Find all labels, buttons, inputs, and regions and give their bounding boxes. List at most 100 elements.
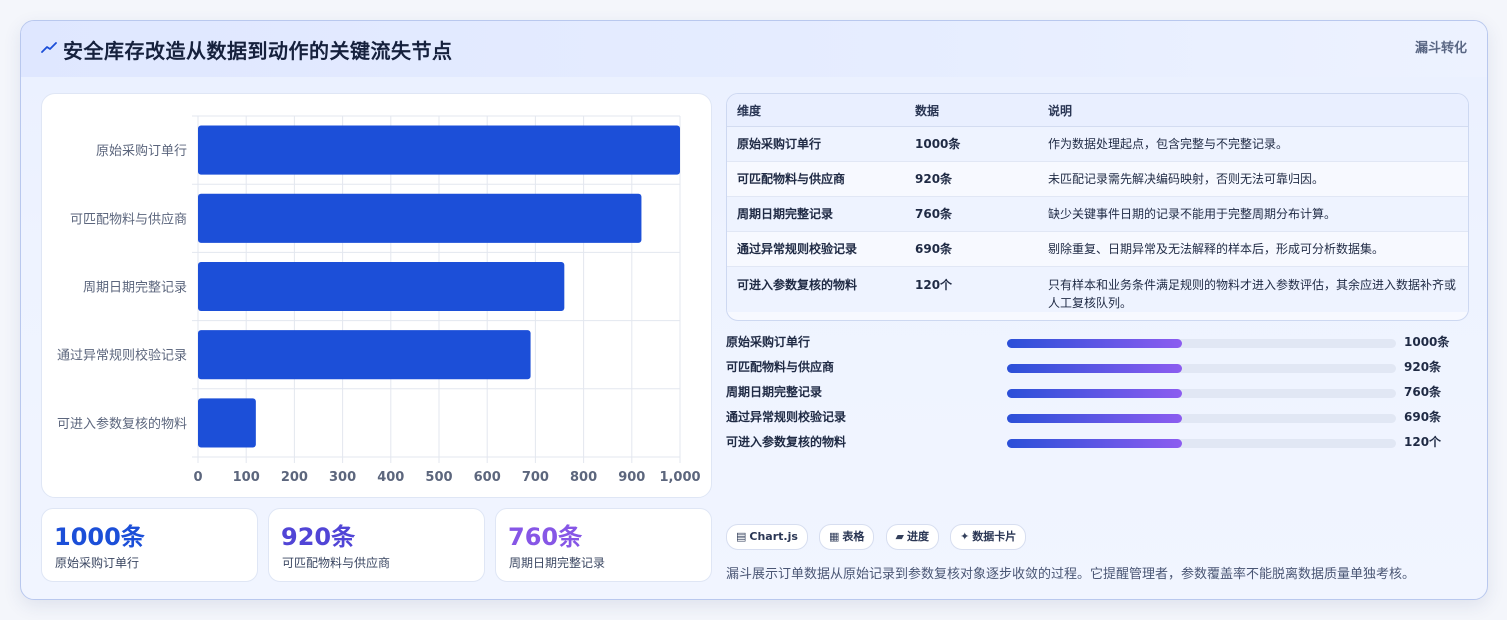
table-row: 周期日期完整记录 760条 缺少关键事件日期的记录不能用于完整周期分布计算。 — [727, 196, 1468, 232]
tick-label: 500 — [425, 470, 452, 485]
kpi-value: 760条 — [508, 523, 583, 551]
table-cell-dimension: 通过异常规则校验记录 — [727, 231, 905, 267]
table-row: 可匹配物料与供应商 920条 未匹配记录需先解决编码映射，否则无法可靠归因。 — [727, 161, 1468, 197]
table-cell-dimension: 可进入参数复核的物料 — [727, 266, 905, 312]
bar — [198, 330, 531, 380]
progress-label: 可进入参数复核的物料 — [726, 435, 847, 449]
table-cell-description: 只有样本和业务条件满足规则的物料才进入参数评估，其余应进入数据补齐或人工复核队列… — [1038, 266, 1468, 312]
sparkle-icon: ✦ — [960, 530, 970, 543]
table-row: 通过异常规则校验记录 690条 剔除重复、日期异常及无法解释的样本后，形成可分析… — [727, 231, 1468, 267]
table-header-row: 维度 数据 说明 — [727, 94, 1468, 127]
progress-track — [1007, 439, 1396, 448]
kpi-label: 周期日期完整记录 — [509, 556, 606, 570]
tick-label: 700 — [522, 470, 549, 485]
tick-label: 300 — [329, 470, 356, 485]
chip-chartjs[interactable]: ▤ Chart.js — [726, 524, 808, 550]
table-cell-dimension: 可匹配物料与供应商 — [727, 161, 905, 197]
data-table: 维度 数据 说明 原始采购订单行 1000条 作为数据处理起点，包含完整与不完整… — [727, 94, 1468, 312]
progress-fill — [1007, 414, 1183, 423]
tick-label: 600 — [474, 470, 501, 485]
kpi-value: 920条 — [281, 523, 356, 551]
tick-label: 1,000 — [659, 470, 700, 485]
table-cell-description: 剔除重复、日期异常及无法解释的样本后，形成可分析数据集。 — [1038, 231, 1468, 267]
progress-track — [1007, 339, 1396, 348]
category-label: 可进入参数复核的物料 — [57, 416, 187, 432]
funnel-card: 安全库存改造从数据到动作的关键流失节点 漏斗转化 原始采购订单行 可匹配物料与供应… — [20, 20, 1488, 600]
kpi-card: 1000条 原始采购订单行 — [41, 508, 258, 582]
progress-label: 原始采购订单行 — [726, 335, 811, 349]
progress-value: 1000条 — [1404, 335, 1450, 349]
progress-fill — [1007, 439, 1183, 448]
progress-row: 周期日期完整记录 760条 — [726, 379, 1467, 404]
table-cell-value: 920条 — [905, 161, 1038, 197]
category-label: 周期日期完整记录 — [83, 281, 187, 296]
chip-data-card[interactable]: ✦ 数据卡片 — [950, 524, 1027, 550]
category-label: 通过异常规则校验记录 — [57, 348, 187, 364]
chip-label: 数据卡片 — [972, 530, 1017, 543]
table-cell-description: 缺少关键事件日期的记录不能用于完整周期分布计算。 — [1038, 196, 1468, 232]
table-header-cell: 维度 — [727, 94, 905, 127]
bar — [198, 193, 642, 243]
card-header: 安全库存改造从数据到动作的关键流失节点 漏斗转化 — [21, 21, 1487, 77]
table-header-cell: 说明 — [1038, 94, 1468, 127]
category-label: 可匹配物料与供应商 — [70, 211, 187, 227]
bar — [198, 261, 565, 312]
progress-row: 可进入参数复核的物料 120个 — [726, 429, 1467, 454]
kpi-label: 原始采购订单行 — [55, 556, 140, 570]
progress-list: 原始采购订单行 1000条 可匹配物料与供应商 920条 周期日期完整记录 76… — [726, 329, 1467, 454]
kpi-label: 可匹配物料与供应商 — [282, 556, 391, 570]
progress-row: 可匹配物料与供应商 920条 — [726, 354, 1467, 379]
table-cell-value: 120个 — [905, 266, 1038, 312]
chip-label: Chart.js — [749, 530, 798, 543]
progress-track — [1007, 364, 1396, 373]
bar-chart-panel: 原始采购订单行可匹配物料与供应商周期日期完整记录通过异常规则校验记录 可进入参数复… — [41, 93, 712, 498]
progress-fill — [1007, 339, 1183, 348]
progress-track — [1007, 389, 1396, 398]
data-table-panel: 维度 数据 说明 原始采购订单行 1000条 作为数据处理起点，包含完整与不完整… — [726, 93, 1469, 321]
kpi-value: 1000条 — [54, 523, 145, 551]
progress-value: 760条 — [1404, 385, 1442, 399]
table-icon: ▦ — [829, 530, 840, 543]
kpi-card: 920条 可匹配物料与供应商 — [268, 508, 485, 582]
bar — [198, 125, 680, 175]
category-tag: 漏斗转化 — [1414, 41, 1467, 56]
progress-label: 可匹配物料与供应商 — [726, 360, 835, 374]
tech-chips: ▤ Chart.js ▦ 表格 ▰ 进度 ✦ 数据卡片 — [726, 524, 1032, 550]
chart-icon: ▤ — [736, 530, 747, 543]
progress-track — [1007, 414, 1396, 423]
tick-label: 0 — [193, 470, 202, 485]
category-label: 原始采购订单行 — [96, 143, 187, 159]
table-row: 可进入参数复核的物料 120个 只有样本和业务条件满足规则的物料才进入参数评估，… — [727, 266, 1468, 312]
tick-label: 900 — [618, 470, 645, 485]
table-cell-description: 未匹配记录需先解决编码映射，否则无法可靠归因。 — [1038, 161, 1468, 197]
progress-value: 920条 — [1404, 360, 1442, 374]
progress-label: 通过异常规则校验记录 — [726, 410, 847, 424]
table-cell-value: 760条 — [905, 196, 1038, 232]
page-title: 安全库存改造从数据到动作的关键流失节点 — [63, 39, 453, 63]
kpi-card: 760条 周期日期完整记录 — [495, 508, 712, 582]
table-header-cell: 数据 — [905, 94, 1038, 127]
progress-row: 通过异常规则校验记录 690条 — [726, 404, 1467, 429]
table-cell-value: 1000条 — [905, 126, 1038, 162]
progress-fill — [1007, 389, 1183, 398]
table-row: 原始采购订单行 1000条 作为数据处理起点，包含完整与不完整记录。 — [727, 126, 1468, 162]
progress-label: 周期日期完整记录 — [726, 385, 823, 399]
table-cell-dimension: 原始采购订单行 — [727, 126, 905, 162]
progress-fill — [1007, 364, 1183, 373]
trend-icon — [41, 42, 57, 53]
table-cell-value: 690条 — [905, 231, 1038, 267]
bar-chart: 原始采购订单行可匹配物料与供应商周期日期完整记录通过异常规则校验记录可进入参数复… — [57, 115, 701, 485]
chip-progress[interactable]: ▰ 进度 — [885, 524, 939, 550]
progress-icon: ▰ — [895, 530, 904, 543]
footer-note: 漏斗展示订单数据从原始记录到参数复核对象逐步收敛的过程。它提醒管理者，参数覆盖率… — [726, 567, 1416, 582]
tick-label: 400 — [377, 470, 404, 485]
chip-table[interactable]: ▦ 表格 — [819, 524, 875, 550]
chip-label: 进度 — [906, 530, 929, 543]
progress-value: 690条 — [1404, 410, 1442, 424]
progress-value: 120个 — [1404, 435, 1442, 449]
tick-label: 200 — [281, 470, 308, 485]
table-cell-dimension: 周期日期完整记录 — [727, 196, 905, 232]
tick-label: 800 — [570, 470, 597, 485]
bar — [198, 398, 256, 448]
table-cell-description: 作为数据处理起点，包含完整与不完整记录。 — [1038, 126, 1468, 162]
